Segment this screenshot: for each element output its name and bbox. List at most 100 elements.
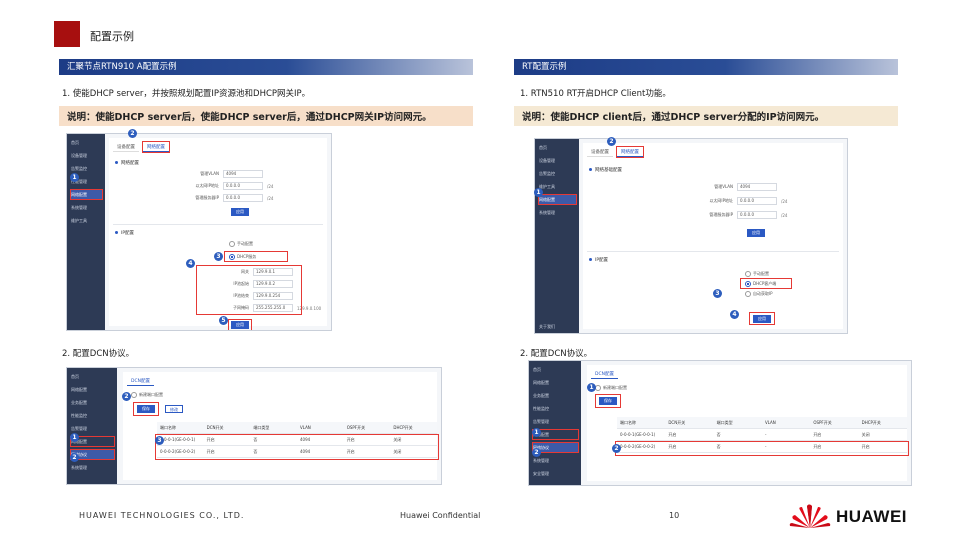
- eth-ip-input[interactable]: 0.0.0.0: [737, 197, 777, 205]
- field-label: 管理服务器IP: [709, 212, 733, 217]
- marker-2: 2: [128, 129, 137, 138]
- right-shot2-content: DCN配置 新建端口配置 保存 端口名称 DCN开关 端口类型 VLAN OSP…: [587, 365, 909, 481]
- right-screenshot-dhcp-client: 首页 设备管理 告警监控 维护工具 网络配置 系统管理 关于我们 设备配置 网络…: [534, 138, 848, 334]
- field-unit: /24: [267, 183, 274, 189]
- tab-device-config[interactable]: 设备配置: [113, 142, 139, 152]
- table-cell: 开启: [813, 431, 822, 437]
- highlight-save: [133, 402, 159, 416]
- column-header: 端口名称: [160, 424, 176, 430]
- marker-1: 1: [534, 188, 543, 197]
- right-shot2-tabs: DCN配置: [591, 369, 618, 379]
- server-ip-input[interactable]: 0.0.0.0: [223, 194, 263, 202]
- sidebar-item[interactable]: 系统管理: [71, 463, 114, 472]
- tab-network-config[interactable]: 网络配置: [142, 141, 170, 153]
- highlight-table-rows: [155, 434, 439, 460]
- sidebar-item[interactable]: 首页: [71, 138, 102, 147]
- marker-1: 1: [70, 433, 79, 442]
- radio-manual[interactable]: 手动配置: [229, 241, 253, 247]
- field-row-eth-ip: 以太网IP地址 0.0.0.0 /24: [179, 182, 273, 190]
- sidebar-item[interactable]: 系统管理: [533, 456, 578, 465]
- sidebar-item[interactable]: 网络配置: [71, 385, 114, 394]
- sidebar-item[interactable]: 性能监控: [71, 411, 114, 420]
- sidebar-item[interactable]: 业务配置: [71, 398, 114, 407]
- marker-1: 1: [587, 383, 596, 392]
- marker-3: 3: [214, 252, 223, 261]
- left-shot2-sidebar: 首页 网络配置 业务配置 性能监控 告警管理 网络配置 网络协议 系统管理: [67, 368, 117, 484]
- marker-2b: 2: [612, 444, 621, 453]
- table-header: 端口名称 DCN开关 端口类型 VLAN OSPF开关 DHCP开关: [157, 422, 437, 434]
- right-shot1-content: 设备配置 网络配置 网络基础配置 管理VLAN 4094 以太网IP地址 0.0…: [583, 143, 843, 329]
- section-title-network: 网络配置: [115, 160, 139, 166]
- sidebar-item[interactable]: 告警监控: [539, 169, 576, 178]
- eth-ip-input[interactable]: 0.0.0.0: [223, 182, 263, 190]
- left-shot2-tabs: DCN配置: [127, 376, 154, 386]
- field-row-server-ip: 管理服务器IP 0.0.0.0 /24: [179, 194, 273, 202]
- field-unit: /24: [267, 195, 274, 201]
- section-title-ip: IP配置: [115, 230, 134, 236]
- tab-dcn[interactable]: DCN配置: [127, 376, 154, 386]
- marker-2: 2: [122, 392, 131, 401]
- sidebar-item[interactable]: 设备管理: [71, 151, 102, 160]
- column-header: DCN开关: [206, 424, 224, 430]
- left-shot2-content: DCN配置 新建端口配置 保存 修改 端口名称 DCN开关 端口类型 VLAN …: [123, 372, 439, 480]
- sidebar-item[interactable]: 安全管理: [533, 469, 578, 478]
- vlan-input[interactable]: 4094: [223, 170, 263, 178]
- divider: [113, 224, 323, 225]
- table-cell: -: [764, 432, 767, 437]
- sidebar-item[interactable]: 性能监控: [533, 404, 578, 413]
- left-step-1: 1. 使能DHCP server，并按照规划配置IP资源池和DHCP网关IP。: [62, 89, 311, 99]
- tab-device-config[interactable]: 设备配置: [587, 147, 613, 157]
- server-ip-input[interactable]: 0.0.0.0: [737, 211, 777, 219]
- sidebar-item[interactable]: 维护工具: [539, 182, 576, 191]
- field-row-vlan: 管理VLAN 4094: [179, 170, 263, 178]
- sidebar-item[interactable]: 设备管理: [539, 156, 576, 165]
- left-shot1-tabs: 设备配置 网络配置: [113, 141, 170, 153]
- sidebar-item-about[interactable]: 关于我们: [539, 322, 577, 331]
- sidebar-item[interactable]: 告警管理: [71, 424, 114, 433]
- sidebar-item[interactable]: 网络配置: [533, 378, 578, 387]
- column-header: 端口名称: [620, 419, 636, 425]
- radio-auto-ip[interactable]: 自动获取IP: [745, 291, 773, 297]
- marker-3: 3: [155, 436, 164, 445]
- table-cell: 关闭: [861, 431, 870, 437]
- sidebar-item[interactable]: 业务配置: [533, 391, 578, 400]
- marker-1: 1: [70, 173, 79, 182]
- table-row[interactable]: 0-0-0-1(GE-0-0-1) 开启 否 - 开启 关闭: [617, 429, 907, 441]
- left-screenshot-dhcp-server: 首页 设备管理 告警监控 性能管理 网络配置 系统管理 维护工具 设备配置 网络…: [66, 133, 332, 331]
- sidebar-item[interactable]: 告警监控: [71, 164, 102, 173]
- vlan-input[interactable]: 4094: [737, 183, 777, 191]
- right-shot1-sidebar: 首页 设备管理 告警监控 维护工具 网络配置 系统管理 关于我们: [535, 139, 579, 333]
- sidebar-item[interactable]: 告警管理: [533, 417, 578, 426]
- new-port-config[interactable]: 新建端口配置: [595, 385, 627, 391]
- sidebar-item[interactable]: 系统管理: [539, 208, 576, 217]
- column-header: VLAN: [300, 425, 311, 430]
- page-number: 10: [669, 511, 680, 520]
- sidebar-item[interactable]: 维护工具: [71, 216, 102, 225]
- highlight-save: [749, 312, 775, 325]
- marker-2: 2: [532, 448, 541, 457]
- sidebar-item-network-config[interactable]: 网络配置: [538, 194, 577, 205]
- sidebar-item[interactable]: 首页: [71, 372, 114, 381]
- apply-button[interactable]: 应用: [231, 208, 249, 216]
- field-row-server-ip: 管理服务器IP 0.0.0.0 /24: [693, 211, 787, 219]
- new-port-config[interactable]: 新建端口配置: [131, 392, 163, 398]
- column-header: VLAN: [764, 420, 776, 425]
- table-cell: 0-0-0-1(GE-0-0-1): [620, 432, 656, 437]
- column-header: 端口类型: [253, 424, 270, 430]
- left-shot1-sidebar: 首页 设备管理 告警监控 性能管理 网络配置 系统管理 维护工具: [67, 134, 105, 330]
- tab-network-config[interactable]: 网络配置: [616, 146, 644, 158]
- left-note: 说明：使能DHCP server后，使能DHCP server后，通过DHCP网…: [59, 106, 473, 126]
- modify-button[interactable]: 修改: [165, 405, 183, 413]
- sidebar-item[interactable]: 首页: [539, 143, 576, 152]
- sidebar-item[interactable]: 系统管理: [71, 203, 102, 212]
- sidebar-item-network-config[interactable]: 网络配置: [70, 189, 103, 200]
- apply-button[interactable]: 应用: [747, 229, 765, 237]
- highlight-dhcp-client: [740, 278, 792, 289]
- sidebar-item[interactable]: 首页: [533, 365, 578, 374]
- left-step-2: 2. 配置DCN协议。: [62, 349, 135, 359]
- column-header: OSPF开关: [346, 424, 366, 430]
- tab-dcn[interactable]: DCN配置: [591, 369, 618, 379]
- field-label: 管理VLAN: [200, 171, 219, 176]
- radio-manual[interactable]: 手动配置: [745, 271, 769, 277]
- field-label: 管理VLAN: [714, 184, 733, 189]
